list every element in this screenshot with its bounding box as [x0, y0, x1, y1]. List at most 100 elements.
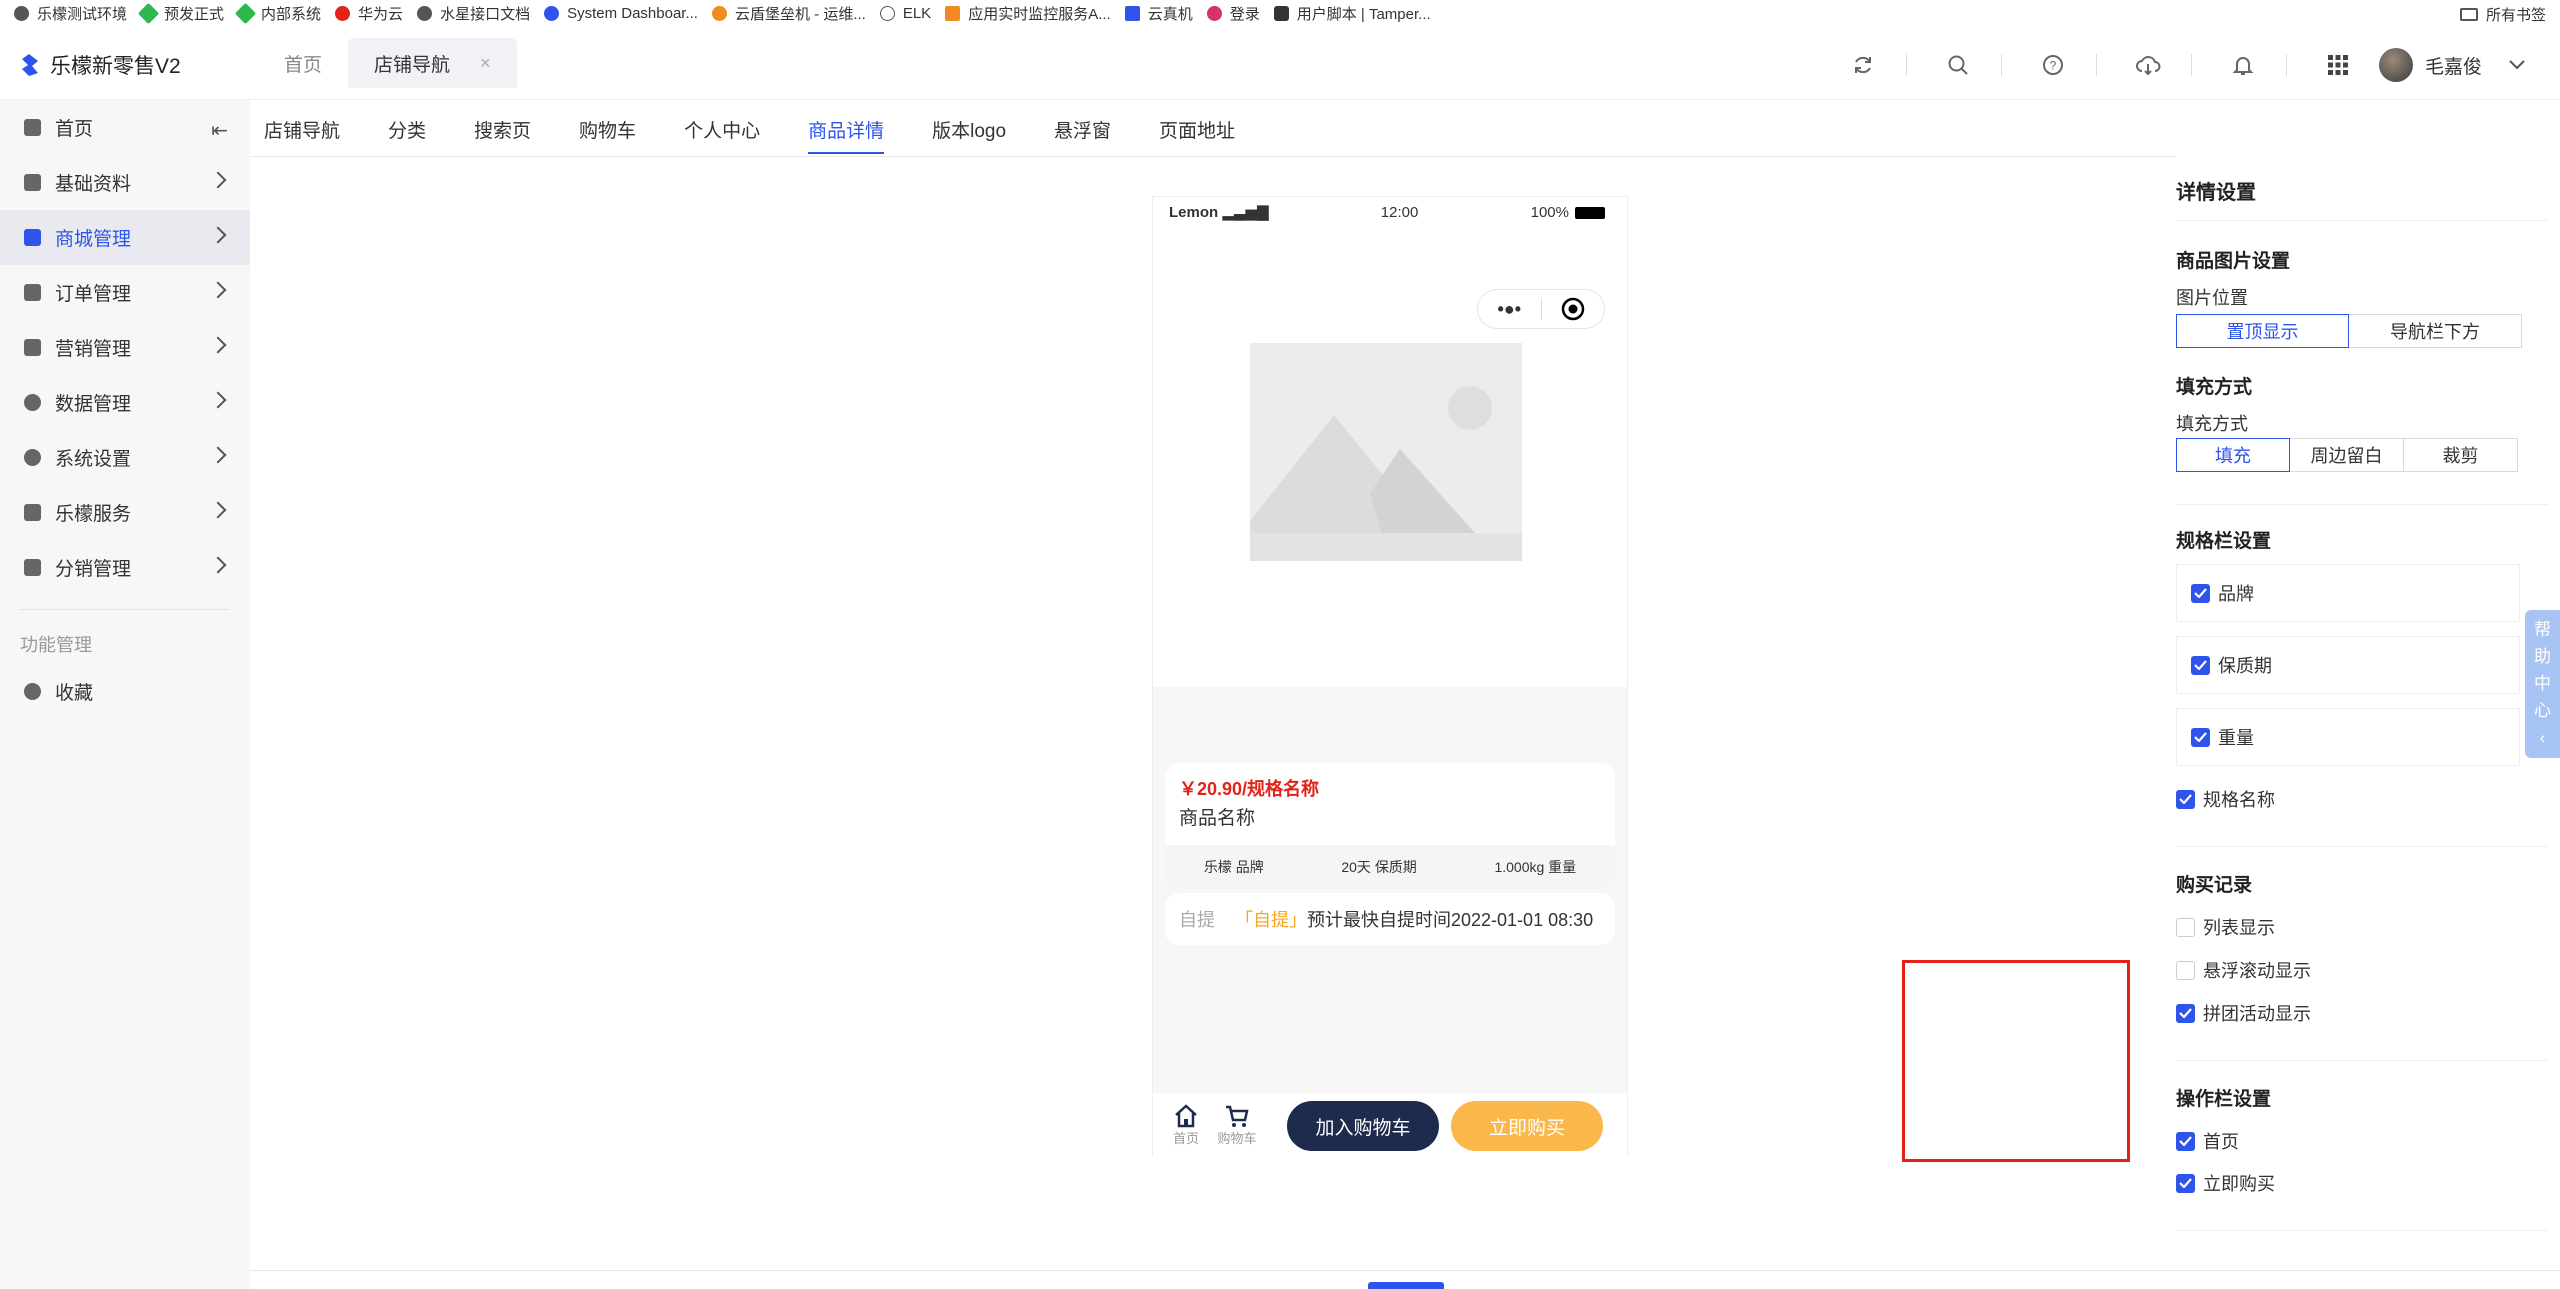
checkbox-checked-icon[interactable] — [2176, 1173, 2195, 1193]
subtab-profile[interactable]: 个人中心 — [684, 116, 760, 154]
subtab-cart[interactable]: 购物车 — [579, 116, 636, 154]
subtab-float-window[interactable]: 悬浮窗 — [1054, 116, 1111, 154]
sidebar-item-home[interactable]: 首页 ⇤ — [0, 100, 250, 155]
action-home[interactable]: 首页 — [1171, 1103, 1201, 1147]
app-logo[interactable]: 乐檬新零售V2 — [18, 50, 181, 80]
bookmarks-bar: 乐檬测试环境 预发正式 内部系统 华为云 水星接口文档 System Dashb… — [0, 0, 2560, 26]
fill-option-crop[interactable]: 裁剪 — [2403, 438, 2518, 472]
more-icon[interactable]: •●• — [1478, 299, 1541, 320]
checkbox-checked-icon[interactable] — [2176, 1131, 2195, 1151]
subtab-page-url[interactable]: 页面地址 — [1159, 116, 1235, 154]
detail-settings-panel: 详情设置 商品图片设置 图片位置 置顶显示 导航栏下方 填充方式 填充方式 填充… — [2176, 100, 2560, 1289]
sidebar-item-orders[interactable]: 订单管理 — [0, 265, 250, 320]
spec-name-checkbox[interactable]: 规格名称 — [2176, 786, 2275, 812]
home-icon — [24, 119, 41, 136]
sidebar-item-settings[interactable]: 系统设置 — [0, 430, 250, 485]
purchase-group-checkbox[interactable]: 拼团活动显示 — [2176, 1000, 2311, 1026]
bookmark-tampermonkey[interactable]: 用户脚本 | Tamper... — [1273, 3, 1431, 24]
purchase-list-checkbox[interactable]: 列表显示 — [2176, 914, 2275, 940]
checkbox-checked-icon[interactable] — [2176, 1003, 2195, 1023]
bookmark-internal[interactable]: 内部系统 — [234, 2, 321, 24]
avatar[interactable] — [2378, 48, 2413, 82]
fill-section-title: 填充方式 — [2176, 377, 2253, 398]
bookmark-cloud-device[interactable]: 云真机 — [1124, 3, 1193, 24]
add-to-cart-button[interactable]: 加入购物车 — [1287, 1101, 1439, 1151]
refresh-icon[interactable] — [1850, 52, 1876, 78]
diamond-icon — [137, 2, 160, 24]
collapse-sidebar-icon[interactable]: ⇤ — [211, 118, 228, 143]
help-icon[interactable]: ? — [2040, 52, 2066, 78]
action-home-checkbox[interactable]: 首页 — [2176, 1128, 2239, 1154]
fill-option-fill[interactable]: 填充 — [2176, 438, 2290, 472]
bookmark-api-docs[interactable]: 水星接口文档 — [417, 3, 530, 24]
action-cart[interactable]: 购物车 — [1215, 1104, 1259, 1147]
fill-option-padding[interactable]: 周边留白 — [2289, 438, 2404, 472]
action-buy-checkbox[interactable]: 立即购买 — [2176, 1170, 2275, 1196]
bookmark-prerelease[interactable]: 预发正式 — [137, 2, 224, 24]
bookmark-bastion[interactable]: 云盾堡垒机 - 运维... — [711, 3, 866, 24]
spec-brand-row[interactable]: 品牌 — [2176, 564, 2520, 622]
spec-shelf-life-row[interactable]: 保质期 — [2176, 636, 2520, 694]
subtab-logo[interactable]: 版本logo — [932, 116, 1006, 154]
sidebar-item-basic-data[interactable]: 基础资料 — [0, 155, 250, 210]
checkbox-checked-icon[interactable] — [2176, 789, 2195, 809]
spec-weight-row[interactable]: 重量 — [2176, 708, 2520, 766]
chevron-down-icon[interactable] — [2504, 52, 2530, 78]
all-bookmarks[interactable]: 所有书签 — [2459, 4, 2546, 25]
checkbox-unchecked-icon[interactable] — [2176, 917, 2195, 937]
fill-mode-toggle: 填充 周边留白 裁剪 — [2176, 438, 2518, 472]
tab-store-nav[interactable]: 店铺导航 × — [348, 38, 517, 88]
order-icon — [24, 284, 41, 301]
battery: 100% — [1531, 204, 1605, 221]
header-actions: ? 毛嘉俊 — [1812, 48, 2530, 82]
action-bar: 首页 购物车 加入购物车 立即购买 — [1153, 1093, 1627, 1157]
close-target-icon[interactable] — [1542, 297, 1605, 321]
sidebar-item-favorites[interactable]: 收藏 — [0, 664, 250, 719]
subtab-search[interactable]: 搜索页 — [474, 116, 531, 154]
bookmark-dashboard[interactable]: System Dashboar... — [544, 5, 698, 22]
subtab-category[interactable]: 分类 — [388, 116, 426, 154]
bookmark-elk[interactable]: ELK — [879, 5, 931, 22]
purchase-scroll-checkbox[interactable]: 悬浮滚动显示 — [2176, 957, 2311, 983]
highlight-box — [1902, 960, 2130, 1162]
divider — [2000, 54, 2002, 76]
user-name[interactable]: 毛嘉俊 — [2425, 52, 2482, 79]
search-icon[interactable] — [1945, 52, 1971, 78]
sidebar-item-service[interactable]: 乐檬服务 — [0, 485, 250, 540]
shop-icon — [24, 229, 41, 246]
sidebar-item-mall[interactable]: 商城管理 — [0, 210, 250, 265]
bookmark-test-env[interactable]: 乐檬测试环境 — [14, 3, 127, 24]
product-price: ￥20.90/规格名称 — [1179, 779, 1320, 799]
subtab-store-nav[interactable]: 店铺导航 — [264, 116, 340, 154]
checkbox-checked-icon[interactable] — [2191, 727, 2210, 747]
bookmark-huawei[interactable]: 华为云 — [335, 3, 403, 24]
bell-icon[interactable] — [2230, 52, 2256, 78]
tab-home[interactable]: 首页 — [258, 38, 348, 88]
sidebar-item-marketing[interactable]: 营销管理 — [0, 320, 250, 375]
bookmark-login[interactable]: 登录 — [1206, 3, 1260, 24]
sub-tabs: 店铺导航 分类 搜索页 购物车 个人中心 商品详情 版本logo 悬浮窗 页面地… — [264, 116, 1283, 154]
help-center-tab[interactable]: 帮 助 中 心 ‹ — [2525, 610, 2560, 758]
subtab-product-detail[interactable]: 商品详情 — [808, 116, 885, 154]
checkbox-checked-icon[interactable] — [2191, 655, 2210, 675]
apps-grid-icon[interactable] — [2325, 52, 2351, 78]
chevron-right-icon — [209, 556, 227, 574]
box-icon — [24, 174, 41, 191]
product-name: 商品名称 — [1179, 808, 1256, 829]
divider — [1905, 54, 1907, 76]
image-pos-below-nav-option[interactable]: 导航栏下方 — [2348, 314, 2522, 348]
pickup-text: 预计最快自提时间2022-01-01 08:30 — [1307, 910, 1594, 930]
close-icon[interactable]: × — [480, 53, 491, 74]
save-button[interactable] — [1368, 1282, 1444, 1289]
buy-now-button[interactable]: 立即购买 — [1451, 1101, 1603, 1151]
checkbox-unchecked-icon[interactable] — [2176, 960, 2195, 980]
sidebar-item-distribution[interactable]: 分销管理 — [0, 540, 250, 595]
cloud-download-icon[interactable] — [2135, 52, 2161, 78]
image-pos-top-option[interactable]: 置顶显示 — [2176, 314, 2349, 348]
bookmark-arms[interactable]: 应用实时监控服务A... — [945, 3, 1111, 24]
sidebar-item-data[interactable]: 数据管理 — [0, 375, 250, 430]
miniprogram-capsule[interactable]: •●• — [1477, 289, 1605, 329]
cloud-shield-icon — [711, 5, 727, 21]
checkbox-checked-icon[interactable] — [2191, 583, 2210, 603]
divider — [2176, 220, 2548, 221]
